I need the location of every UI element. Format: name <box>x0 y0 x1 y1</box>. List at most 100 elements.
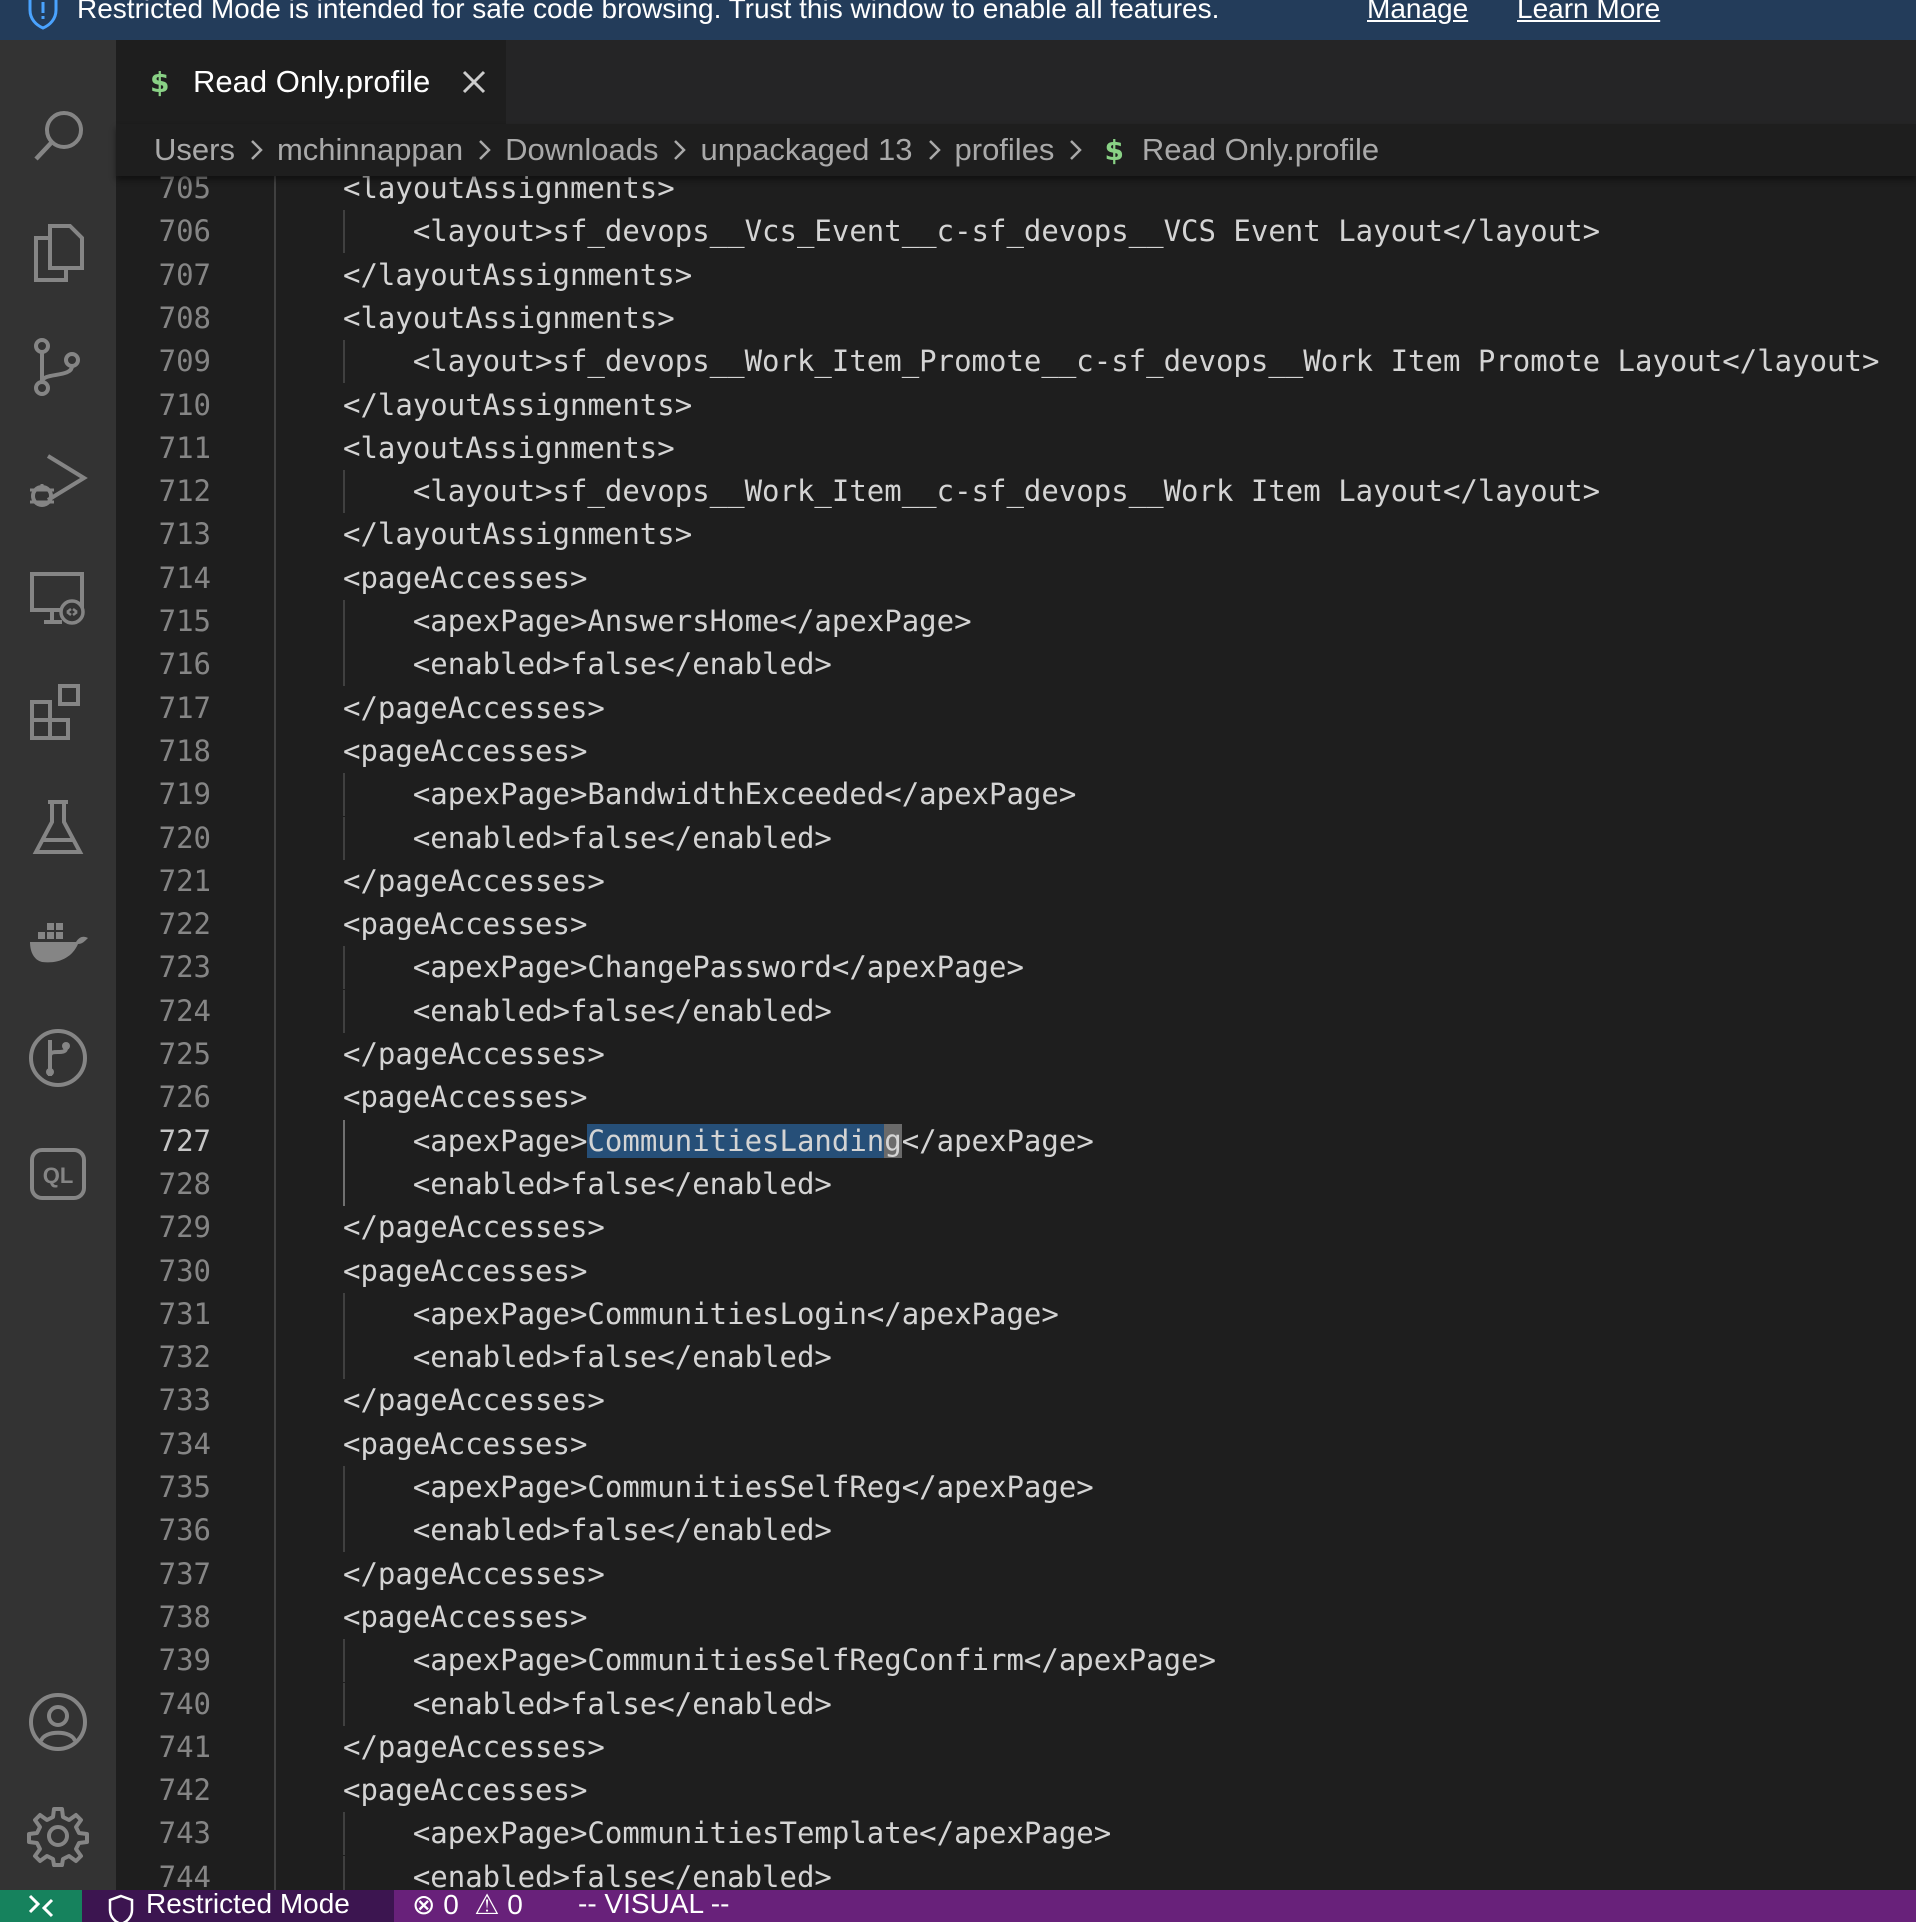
docker-icon[interactable] <box>22 906 94 978</box>
error-count: 0 <box>443 1890 459 1920</box>
learn-more-link[interactable]: Learn More <box>1517 0 1660 25</box>
status-bar: Restricted Mode ⊗ 0 ⚠ 0 -- VISUAL -- <box>0 1890 1916 1922</box>
code-line[interactable]: 724 <enabled>false</enabled> <box>116 989 1916 1033</box>
code-line[interactable]: 707 </layoutAssignments> <box>116 254 1916 297</box>
breadcrumb-item-downloads[interactable]: Downloads <box>505 132 658 168</box>
explorer-icon[interactable] <box>22 216 94 288</box>
settings-gear-icon[interactable] <box>22 1800 94 1872</box>
chevron-right-icon <box>662 135 696 165</box>
code-line[interactable]: 737 </pageAccesses> <box>116 1553 1916 1596</box>
code-line[interactable]: 714 <pageAccesses> <box>116 557 1916 600</box>
code-line[interactable]: 738 <pageAccesses> <box>116 1596 1916 1639</box>
code-line[interactable]: 711 <layoutAssignments> <box>116 427 1916 470</box>
code-line[interactable]: 717 </pageAccesses> <box>116 687 1916 730</box>
code-text: </layoutAssignments> <box>343 257 693 292</box>
code-text: <pageAccesses> <box>343 1253 588 1288</box>
code-line[interactable]: 709 <layout>sf_devops__Work_Item_Promote… <box>116 340 1916 384</box>
code-text: <layoutAssignments> <box>343 176 675 205</box>
code-line[interactable]: 729 </pageAccesses> <box>116 1206 1916 1249</box>
code-line[interactable]: 731 <apexPage>CommunitiesLogin</apexPage… <box>116 1292 1916 1336</box>
code-line[interactable]: 726 <pageAccesses> <box>116 1076 1916 1119</box>
restricted-mode-label: Restricted Mode <box>146 1890 350 1919</box>
code-line[interactable]: 710 </layoutAssignments> <box>116 384 1916 427</box>
code-line[interactable]: 721 </pageAccesses> <box>116 860 1916 903</box>
problems-status[interactable]: ⊗ 0 ⚠ 0 <box>412 1890 523 1921</box>
breadcrumb-item-unpackaged[interactable]: unpackaged 13 <box>700 132 912 168</box>
code-line[interactable]: 732 <enabled>false</enabled> <box>116 1336 1916 1380</box>
restricted-mode-status[interactable]: Restricted Mode <box>82 1890 394 1922</box>
run-debug-icon[interactable] <box>22 444 94 516</box>
code-line[interactable]: 718 <pageAccesses> <box>116 730 1916 773</box>
code-editor[interactable]: 705 <layoutAssignments> 706 <layout>sf_dev… <box>116 176 1916 1890</box>
breadcrumb-item-users[interactable]: Users <box>154 132 235 168</box>
extensions-icon[interactable] <box>22 676 94 748</box>
code-line[interactable]: 736 <enabled>false</enabled> <box>116 1509 1916 1553</box>
code-line[interactable]: 744 <enabled>false</enabled> <box>116 1855 1916 1890</box>
git-graph-icon[interactable] <box>22 1022 94 1094</box>
code-line[interactable]: 706 <layout>sf_devops__Vcs_Event__c-sf_d… <box>116 210 1916 254</box>
warning-icon: ⚠ <box>466 1890 500 1920</box>
code-line[interactable]: 728 <enabled>false</enabled> <box>116 1162 1916 1206</box>
code-text: <apexPage>BandwidthExceeded</apexPage> <box>343 777 1077 812</box>
line-number: 706 <box>158 214 211 249</box>
tab-read-only-profile[interactable]: $ Read Only.profile <box>116 40 506 124</box>
line-number: 713 <box>158 517 211 552</box>
breadcrumb-item-file[interactable]: Read Only.profile <box>1142 132 1379 168</box>
manage-link[interactable]: Manage <box>1367 0 1468 25</box>
code-text: </layoutAssignments> <box>343 387 693 422</box>
line-number: 707 <box>158 257 211 292</box>
chevron-right-icon <box>917 135 951 165</box>
codeql-icon[interactable]: QL <box>22 1138 94 1210</box>
code-line[interactable]: 715 <apexPage>AnswersHome</apexPage> <box>116 600 1916 643</box>
close-icon[interactable] <box>456 64 492 100</box>
code-line[interactable]: 722 <pageAccesses> <box>116 903 1916 946</box>
code-line[interactable]: 723 <apexPage>ChangePassword</apexPage> <box>116 946 1916 990</box>
source-control-icon[interactable] <box>22 330 94 402</box>
code-line[interactable]: 730 <pageAccesses> <box>116 1250 1916 1293</box>
code-line[interactable]: 712 <layout>sf_devops__Work_Item__c-sf_d… <box>116 470 1916 514</box>
profile-file-icon: $ <box>1104 133 1124 167</box>
line-number: 711 <box>158 430 211 465</box>
line-number: 728 <box>158 1166 211 1201</box>
code-line[interactable]: 743 <apexPage>CommunitiesTemplate</apexP… <box>116 1812 1916 1856</box>
cursor: g <box>884 1123 902 1158</box>
code-text: <enabled>false</enabled> <box>343 1859 832 1890</box>
code-line[interactable]: 734 <pageAccesses> <box>116 1423 1916 1466</box>
breadcrumb-item-mchinnappan[interactable]: mchinnappan <box>277 132 463 168</box>
code-line[interactable]: 716 <enabled>false</enabled> <box>116 643 1916 687</box>
remote-explorer-icon[interactable] <box>22 562 94 634</box>
code-text: </pageAccesses> <box>343 1556 605 1591</box>
code-line[interactable]: 713 </layoutAssignments> <box>116 513 1916 556</box>
code-line[interactable]: 725 </pageAccesses> <box>116 1033 1916 1076</box>
line-number: 710 <box>158 387 211 422</box>
code-line[interactable]: 739 <apexPage>CommunitiesSelfRegConfirm<… <box>116 1639 1916 1683</box>
code-line[interactable]: 735 <apexPage>CommunitiesSelfReg</apexPa… <box>116 1466 1916 1509</box>
code-line[interactable]: 708 <layoutAssignments> <box>116 297 1916 340</box>
code-line[interactable]: 740 <enabled>false</enabled> <box>116 1682 1916 1726</box>
code-line[interactable]: 733 </pageAccesses> <box>116 1379 1916 1422</box>
profile-file-icon: $ <box>150 65 170 99</box>
code-line[interactable]: 741 </pageAccesses> <box>116 1726 1916 1769</box>
code-text-before-selection: <apexPage> <box>343 1123 588 1158</box>
code-line[interactable]: 720 <enabled>false</enabled> <box>116 816 1916 860</box>
code-line[interactable]: 705 <layoutAssignments> <box>116 176 1916 210</box>
shield-icon <box>28 0 58 30</box>
search-icon[interactable] <box>22 100 94 172</box>
code-line[interactable]: 727 <apexPage>CommunitiesLanding</apexPa… <box>116 1119 1916 1163</box>
line-number: 714 <box>158 560 211 595</box>
remote-indicator[interactable] <box>0 1890 82 1922</box>
code-text: <apexPage>CommunitiesTemplate</apexPage> <box>343 1816 1112 1851</box>
error-icon: ⊗ <box>412 1890 436 1920</box>
breadcrumb-item-profiles[interactable]: profiles <box>955 132 1055 168</box>
accounts-icon[interactable] <box>22 1686 94 1758</box>
line-number: 736 <box>158 1513 211 1548</box>
code-text: </layoutAssignments> <box>343 517 693 552</box>
code-line[interactable]: 719 <apexPage>BandwidthExceeded</apexPag… <box>116 773 1916 817</box>
code-text: <apexPage>AnswersHome</apexPage> <box>343 604 972 638</box>
code-line[interactable]: 742 <pageAccesses> <box>116 1769 1916 1812</box>
code-text: <layout>sf_devops__Work_Item_Promote__c-… <box>343 344 1880 379</box>
line-number: 716 <box>158 647 211 682</box>
code-text: <layout>sf_devops__Vcs_Event__c-sf_devop… <box>343 214 1601 249</box>
testing-icon[interactable] <box>22 792 94 864</box>
line-number: 709 <box>158 344 211 379</box>
